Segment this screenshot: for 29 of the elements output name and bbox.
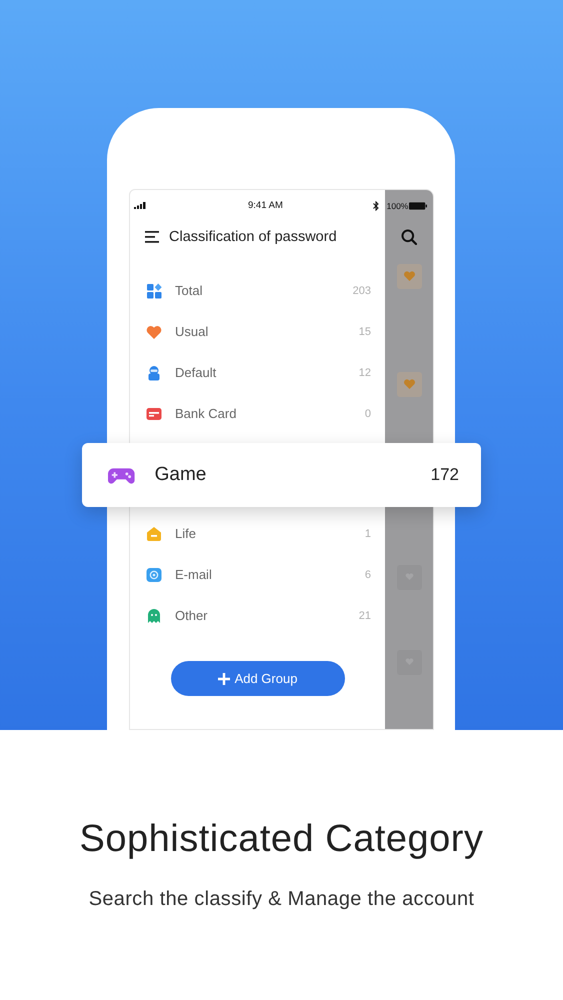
category-item[interactable]: Life 1 xyxy=(130,513,385,554)
category-item[interactable]: Total 203 xyxy=(130,270,385,311)
category-item[interactable]: Default 12 xyxy=(130,352,385,393)
bluetooth-icon xyxy=(373,200,379,210)
category-name: Game xyxy=(154,464,208,486)
status-time: 9:41 AM xyxy=(248,200,283,211)
at-sign-icon xyxy=(146,566,162,582)
category-item[interactable]: Bank Card 0 xyxy=(130,393,385,434)
signal-icon xyxy=(134,202,147,209)
add-group-button[interactable]: Add Group xyxy=(170,661,344,696)
category-card[interactable]: Game 172 xyxy=(82,443,481,507)
battery-icon xyxy=(409,202,428,210)
card-icon xyxy=(146,406,162,422)
person-icon xyxy=(146,364,162,380)
promo-subtitle: Search the classify & Manage the account xyxy=(88,888,474,911)
battery-percent: 100% xyxy=(386,201,408,211)
category-item[interactable]: E-mail 6 xyxy=(130,554,385,595)
house-icon xyxy=(146,526,162,542)
ghost-icon xyxy=(146,608,162,624)
menu-icon[interactable] xyxy=(145,230,161,242)
category-count: 172 xyxy=(430,465,459,485)
screen-title: Classification of password xyxy=(169,228,337,244)
promo-heading: Sophisticated Category xyxy=(80,817,484,862)
category-item[interactable]: Other 21 xyxy=(130,595,385,636)
grid-icon xyxy=(146,282,162,298)
search-icon[interactable] xyxy=(401,229,417,245)
heart-icon xyxy=(146,324,162,340)
category-item[interactable]: Usual 15 xyxy=(130,311,385,352)
plus-icon xyxy=(218,672,230,684)
